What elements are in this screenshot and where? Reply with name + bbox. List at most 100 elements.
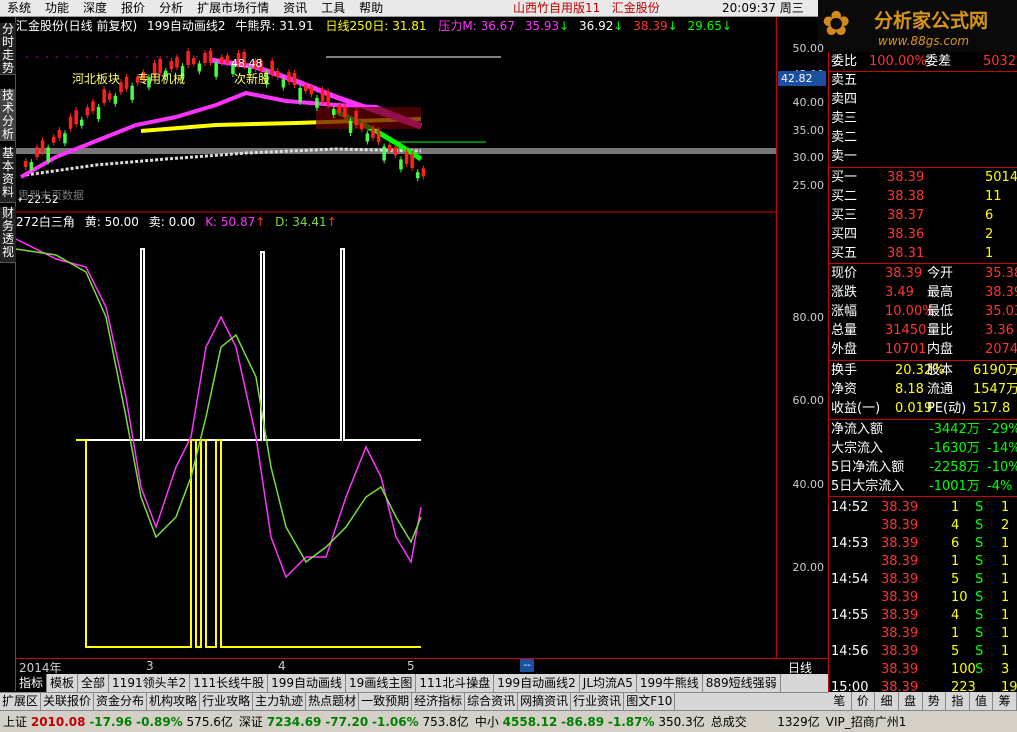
tab-profile[interactable]: 基本资料 <box>0 147 16 203</box>
quote-stat-row[interactable]: 涨幅10.00%最低35.03 <box>829 302 1017 321</box>
time-tick-month: 5 <box>407 659 415 673</box>
tab-finance[interactable]: 财务透视 <box>0 207 16 263</box>
rtab-chips[interactable]: 筹 <box>993 692 1017 710</box>
func-industry-news[interactable]: 行业资讯 <box>571 693 625 710</box>
bid-row[interactable]: 买一 38.39 5014 <box>829 168 1017 187</box>
tab-formula-5[interactable]: 111北斗操盘 <box>416 674 495 692</box>
tab-formula-3[interactable]: 199自动画线 <box>268 674 347 692</box>
bid-row[interactable]: 买二 38.38 11 <box>829 187 1017 206</box>
tab-formula-6[interactable]: 199自动画线2 <box>494 674 580 692</box>
menu-depth[interactable]: 深度 <box>76 0 114 17</box>
rtab-trend[interactable]: 势 <box>923 692 947 710</box>
tick-row[interactable]: 14:56 38.39 5 S 1 <box>829 642 1017 661</box>
menu-ext-market[interactable]: 扩展市场行情 <box>190 0 276 17</box>
tab-formula-7[interactable]: JL均流A5 <box>580 674 637 692</box>
tick-row[interactable]: 38.39 1 S 1 <box>829 552 1017 571</box>
bid-row[interactable]: 买五 38.31 1 <box>829 244 1017 263</box>
quote-stat-row[interactable]: 现价38.39今开35.38 <box>829 264 1017 283</box>
menu-analysis[interactable]: 分析 <box>152 0 190 17</box>
d-value: D: 34.41 <box>275 215 327 229</box>
menu-info[interactable]: 资讯 <box>276 0 314 17</box>
func-digest[interactable]: 网摘资讯 <box>518 693 572 710</box>
tick-row[interactable]: 14:54 38.39 5 S 1 <box>829 570 1017 589</box>
func-industry[interactable]: 行业攻略 <box>200 693 254 710</box>
func-fund-dist[interactable]: 资金分布 <box>94 693 148 710</box>
func-consensus[interactable]: 一致预期 <box>359 693 413 710</box>
left-vertical-tabs: 分时走势 技术分析 基本资料 财务透视 <box>0 17 16 691</box>
quote-stat-row[interactable]: 总量 31450 量比 3.36 <box>829 321 1017 340</box>
sme-index[interactable]: 中小 4558.12 -86.89 -1.87% 350.3亿 <box>472 711 708 732</box>
scroll-indicator[interactable]: -- <box>520 659 534 672</box>
fundamental-row[interactable]: 换手 20.32% 股本 6190万 <box>829 361 1017 380</box>
chart-area[interactable]: 汇金股份(日线 前复权) 199自动画线2 牛熊界: 31.91 日线250日:… <box>16 17 776 658</box>
tick-row[interactable]: 14:55 38.39 4 S 1 <box>829 606 1017 625</box>
func-news[interactable]: 综合资讯 <box>465 693 519 710</box>
tick-row[interactable]: 14:52 38.39 1 S 1 <box>829 498 1017 517</box>
tick-row[interactable]: 14:53 38.39 6 S 1 <box>829 534 1017 553</box>
annotation-new-stock: 次新股 <box>234 72 271 86</box>
tab-formula-4[interactable]: 19画线主图 <box>346 674 417 692</box>
fund-flow-row[interactable]: 大宗流入-1630万-14% <box>829 439 1017 458</box>
tab-formula-8[interactable]: 199牛熊线 <box>637 674 703 692</box>
func-inst[interactable]: 机构攻略 <box>147 693 201 710</box>
func-related[interactable]: 关联报价 <box>41 693 95 710</box>
menu-function[interactable]: 功能 <box>38 0 76 17</box>
fund-flow-row[interactable]: 净流入额-3442万-29% <box>829 420 1017 439</box>
rtab-book[interactable]: 盘 <box>899 692 923 710</box>
rtab-detail[interactable]: 细 <box>875 692 899 710</box>
function-tab-strip: 扩展区 关联报价 资金分布 机构攻略 行业攻略 主力轨迹 热点题材 一致预期 经… <box>0 692 828 710</box>
sz-index[interactable]: 深证 7234.69 -77.20 -1.06% 753.8亿 <box>236 711 472 732</box>
rtab-index[interactable]: 指 <box>946 692 970 710</box>
bid-row[interactable]: 买三 38.37 6 <box>829 206 1017 225</box>
quote-stat-row[interactable]: 外盘10701内盘20749 <box>829 340 1017 359</box>
ask-row[interactable]: 卖四 <box>829 90 1017 109</box>
ask-row[interactable]: 卖三 <box>829 109 1017 128</box>
fund-flow-row[interactable]: 5日大宗流入 -1001万 -4% <box>829 477 1017 496</box>
tab-intraday[interactable]: 分时走势 <box>0 23 16 75</box>
menu-help[interactable]: 帮助 <box>352 0 390 17</box>
rtab-price[interactable]: 价 <box>852 692 876 710</box>
bid-row[interactable]: 买四 38.36 2 <box>829 225 1017 244</box>
ask-row[interactable]: 卖二 <box>829 128 1017 147</box>
quote-stat-row[interactable]: 涨跌3.49最高38.39 <box>829 283 1017 302</box>
rtab-value[interactable]: 值 <box>970 692 994 710</box>
tab-template[interactable]: 模板 <box>47 674 79 692</box>
ask-row[interactable]: 卖五 <box>829 71 1017 90</box>
indicator-tab-strip: 指标 模板 全部 1191领头羊2 111长线牛股 199自动画线 19画线主图… <box>16 674 828 692</box>
rtab-trades[interactable]: 笔 <box>828 692 852 710</box>
sh-index[interactable]: 上证 2010.08 -17.96 -0.89% 575.6亿 <box>0 711 236 732</box>
menu-tools[interactable]: 工具 <box>314 0 352 17</box>
tab-indicator[interactable]: 指标 <box>16 674 48 692</box>
tab-formula-9[interactable]: 889短线强弱 <box>703 674 781 692</box>
indicator-name[interactable]: 272白三角 <box>16 215 75 229</box>
fundamental-row[interactable]: 收益(一) 0.019 PE(动) 517.8 <box>829 399 1017 418</box>
ask-row[interactable]: 卖一 <box>829 147 1017 166</box>
last-page-hint: 思到末页数据 <box>18 189 84 202</box>
tab-formula-1[interactable]: 1191领头羊2 <box>109 674 191 692</box>
func-f10[interactable]: 图文F10 <box>624 693 676 710</box>
vip-server[interactable]: VIP_招商广州1 <box>823 711 910 732</box>
tick-row[interactable]: 38.39 4 S 2 <box>829 516 1017 535</box>
menu-quote[interactable]: 报价 <box>114 0 152 17</box>
tab-all[interactable]: 全部 <box>78 674 110 692</box>
chart-canvas <box>16 47 776 648</box>
menu-system[interactable]: 系统 <box>0 0 38 17</box>
clock: 20:09:37 周三 <box>722 1 804 15</box>
fundamental-row[interactable]: 净资 8.18 流通 1547万 <box>829 380 1017 399</box>
fund-flow-row[interactable]: 5日净流入额-2258万-10% <box>829 458 1017 477</box>
tick-row[interactable]: 38.39 1 S 1 <box>829 624 1017 643</box>
func-economy[interactable]: 经济指标 <box>412 693 466 710</box>
tick-row[interactable]: 38.39 100 S 3 <box>829 660 1017 679</box>
app-title: 山西竹自用版11 汇金股份 <box>513 1 660 15</box>
price-tick: 50.00 <box>792 42 825 55</box>
func-main-track[interactable]: 主力轨迹 <box>253 693 307 710</box>
tab-technical[interactable]: 技术分析 <box>0 89 16 141</box>
high-price-label: 48.48 <box>231 57 263 70</box>
site-logo: ✿ 分析家公式网 www.88gs.com <box>818 0 1017 52</box>
func-hot[interactable]: 热点题材 <box>306 693 360 710</box>
annotation-sector: 河北板块 <box>72 72 121 86</box>
price-tick: 30.00 <box>792 151 825 164</box>
func-ext[interactable]: 扩展区 <box>0 693 42 710</box>
tick-row[interactable]: 38.39 10 S 1 <box>829 588 1017 607</box>
tab-formula-2[interactable]: 111长线牛股 <box>190 674 269 692</box>
